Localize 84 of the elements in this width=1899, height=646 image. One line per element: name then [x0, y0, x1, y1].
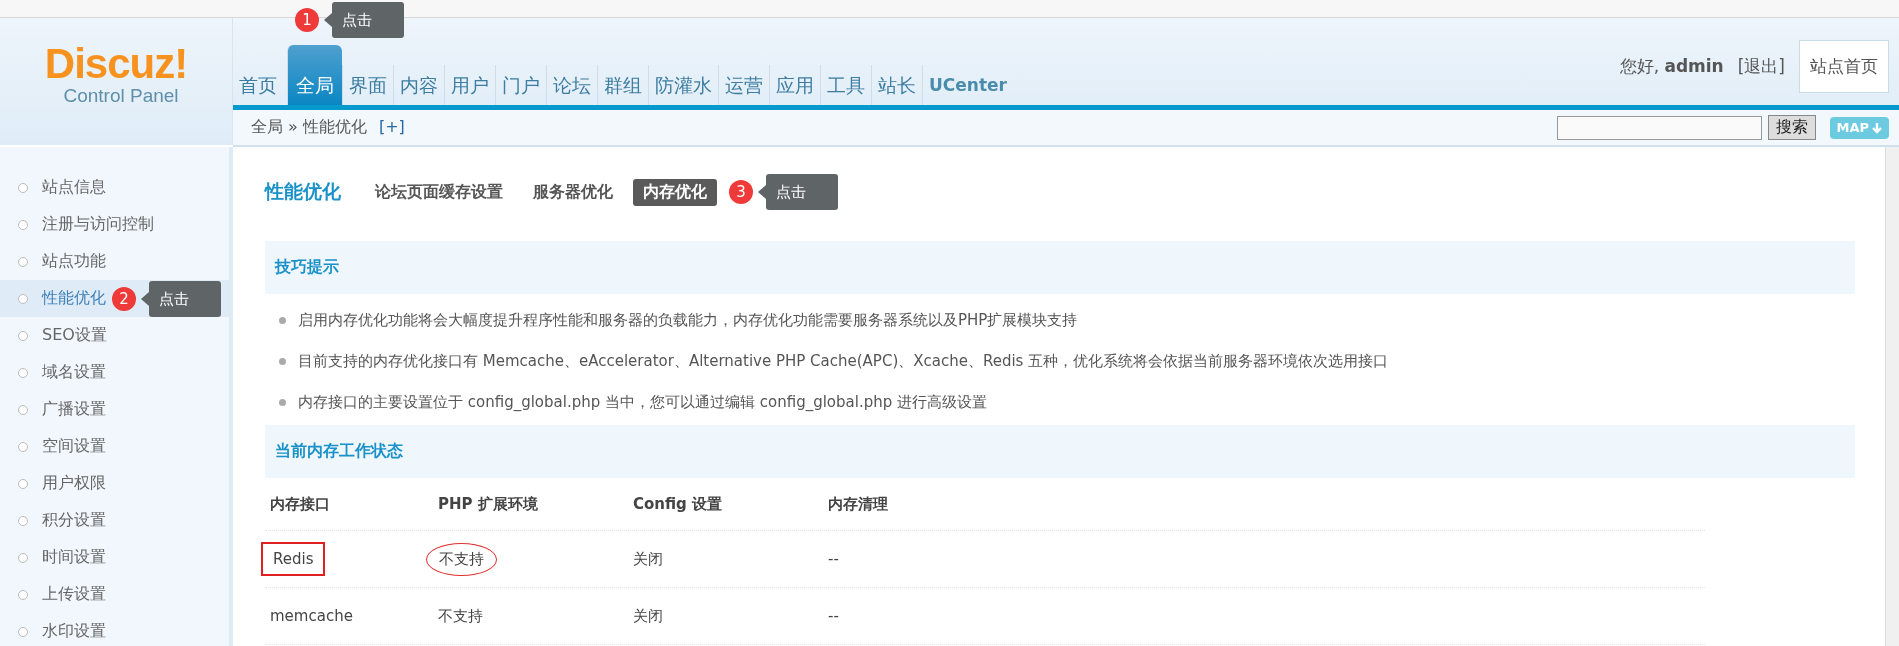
sidebar-label[interactable]: 性能优化 [42, 288, 106, 309]
bullet-icon [18, 441, 28, 452]
column-header: 内存接口 [270, 494, 330, 514]
bullet-icon [279, 317, 286, 324]
sidebar-item[interactable]: 时间设置 [0, 539, 229, 576]
table-cell: -- [828, 607, 839, 625]
table-cell: 关闭 [633, 606, 663, 626]
bullet-icon [18, 404, 28, 415]
breadcrumb: 全局 » 性能优化 [251, 117, 367, 136]
step-badge: 3 [729, 180, 753, 204]
down-arrow-icon [1871, 121, 1883, 134]
site-home-button[interactable]: 站点首页 [1799, 40, 1889, 93]
bullet-icon [18, 219, 28, 230]
sidebar-item[interactable]: 积分设置 [0, 502, 229, 539]
tooltip: 点击 [332, 2, 404, 38]
sub-tab[interactable]: 内存优化 [633, 178, 717, 206]
sidebar-item[interactable]: 性能优化 2 点击 [0, 280, 229, 317]
search-button[interactable]: 搜索 [1768, 115, 1817, 140]
tooltip-pointer-icon [758, 185, 766, 199]
sidebar-label[interactable]: 用户权限 [42, 473, 106, 494]
tip-text: 内存接口的主要设置位于 config_global.php 当中，您可以通过编辑 config_global.php 进行高级设置 [298, 393, 987, 412]
sidebar-label[interactable]: 积分设置 [42, 510, 106, 531]
logo-subtitle: Control Panel [63, 84, 179, 107]
sub-tab[interactable]: 服务器优化 [523, 178, 623, 206]
sidebar-label[interactable]: 站点功能 [42, 251, 106, 272]
column-header: PHP 扩展环境 [438, 494, 538, 514]
greeting-text: 您好, admin [1619, 55, 1724, 78]
sidebar-label[interactable]: 空间设置 [42, 436, 106, 457]
logo-title: Discuz! [44, 42, 188, 85]
bullet-icon [18, 626, 28, 637]
sub-tab[interactable]: 论坛页面缓存设置 [365, 178, 513, 206]
sidebar-label[interactable]: 域名设置 [42, 362, 106, 383]
sidebar-item[interactable]: 空间设置 [0, 428, 229, 465]
column-header: 内存清理 [828, 494, 888, 514]
bullet-icon [279, 358, 286, 365]
search-field[interactable] [1557, 115, 1763, 140]
sidebar-item[interactable]: 站点信息 [0, 169, 229, 206]
sidebar-item[interactable]: 域名设置 [0, 354, 229, 391]
table-cell: Redis [261, 542, 326, 576]
logout-link[interactable]: [退出] [1737, 55, 1785, 78]
tip-text: 启用内存优化功能将会大幅度提升程序性能和服务器的负载能力，内存优化功能需要服务器系统以及PHP扩展模块支持 [298, 311, 1078, 330]
tooltip: 点击 [766, 174, 838, 210]
bullet-icon [18, 478, 28, 489]
bullet-icon [18, 589, 28, 600]
tooltip-pointer-icon [324, 13, 332, 27]
bullet-icon [279, 399, 286, 406]
sidebar-label[interactable]: 上传设置 [42, 584, 106, 605]
section-title: 当前内存工作状态 [275, 441, 403, 462]
add-shortcut-link[interactable]: [+] [378, 117, 405, 136]
sidebar-item[interactable]: 水印设置 [0, 613, 229, 646]
sidebar-item[interactable]: 站点功能 [0, 243, 229, 280]
step-badge: 1 [295, 8, 319, 32]
scrollbar[interactable] [1885, 147, 1899, 646]
sidebar-item[interactable]: 广播设置 [0, 391, 229, 428]
sidebar-label[interactable]: SEO设置 [42, 325, 107, 346]
column-header: Config 设置 [633, 494, 723, 514]
sidebar-label[interactable]: 水印设置 [42, 621, 106, 642]
bullet-icon [18, 256, 28, 267]
sidebar-label[interactable]: 时间设置 [42, 547, 106, 568]
bullet-icon [18, 515, 28, 526]
bullet-icon [18, 367, 28, 378]
tip-text: 目前支持的内存优化接口有 Memcache、eAccelerator、Alternative PHP Cache(APC)、Xcache、Redis 五种，优化系统将会依据当前服务器环境依次选用接口 [298, 352, 1389, 371]
nav-tab[interactable]: 全局 [287, 45, 342, 105]
sidebar-item[interactable]: 用户权限 [0, 465, 229, 502]
sidebar-item[interactable]: 上传设置 [0, 576, 229, 613]
sidebar-label[interactable]: 广播设置 [42, 399, 106, 420]
tooltip: 点击 [149, 280, 221, 317]
table-cell: -- [828, 550, 839, 568]
page-title: 性能优化 [265, 179, 341, 204]
sidebar-label[interactable]: 站点信息 [42, 177, 106, 198]
sidebar-item[interactable]: SEO设置 [0, 317, 229, 354]
bullet-icon [18, 182, 28, 193]
sidebar-item[interactable]: 注册与访问控制 [0, 206, 229, 243]
table-cell: 关闭 [633, 549, 663, 569]
bullet-icon [18, 330, 28, 341]
sidebar-label[interactable]: 注册与访问控制 [42, 214, 154, 235]
section-title: 技巧提示 [275, 257, 339, 278]
tooltip-pointer-icon [141, 291, 149, 306]
nav-tab[interactable]: 首页 [233, 65, 283, 105]
table-cell: memcache [270, 607, 353, 625]
bullet-icon [18, 293, 28, 304]
table-cell: 不支持 [438, 606, 483, 626]
bullet-icon [18, 552, 28, 563]
step-badge: 2 [112, 286, 136, 311]
